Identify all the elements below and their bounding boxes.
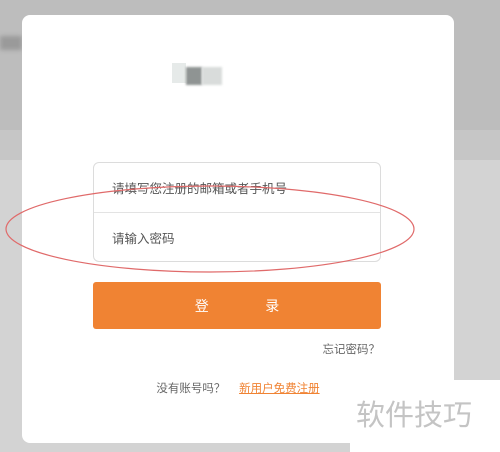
credentials-box	[93, 162, 381, 262]
forgot-password-link[interactable]: 忘记密码？	[323, 341, 381, 357]
field-divider	[94, 212, 380, 213]
register-link[interactable]: 新用户免费注册	[239, 381, 320, 395]
watermark-text: 软件技巧	[356, 398, 473, 432]
logo-icon	[172, 63, 232, 85]
background-blur	[0, 36, 22, 50]
register-prompt: 没有账号吗？	[156, 381, 226, 395]
email-input[interactable]	[112, 173, 367, 203]
login-dialog: 登 录 忘记密码？ 没有账号吗？ 新用户免费注册	[22, 15, 454, 443]
password-input[interactable]	[112, 223, 367, 253]
login-button[interactable]: 登 录	[93, 282, 381, 329]
watermark: 软件技巧	[350, 380, 500, 452]
